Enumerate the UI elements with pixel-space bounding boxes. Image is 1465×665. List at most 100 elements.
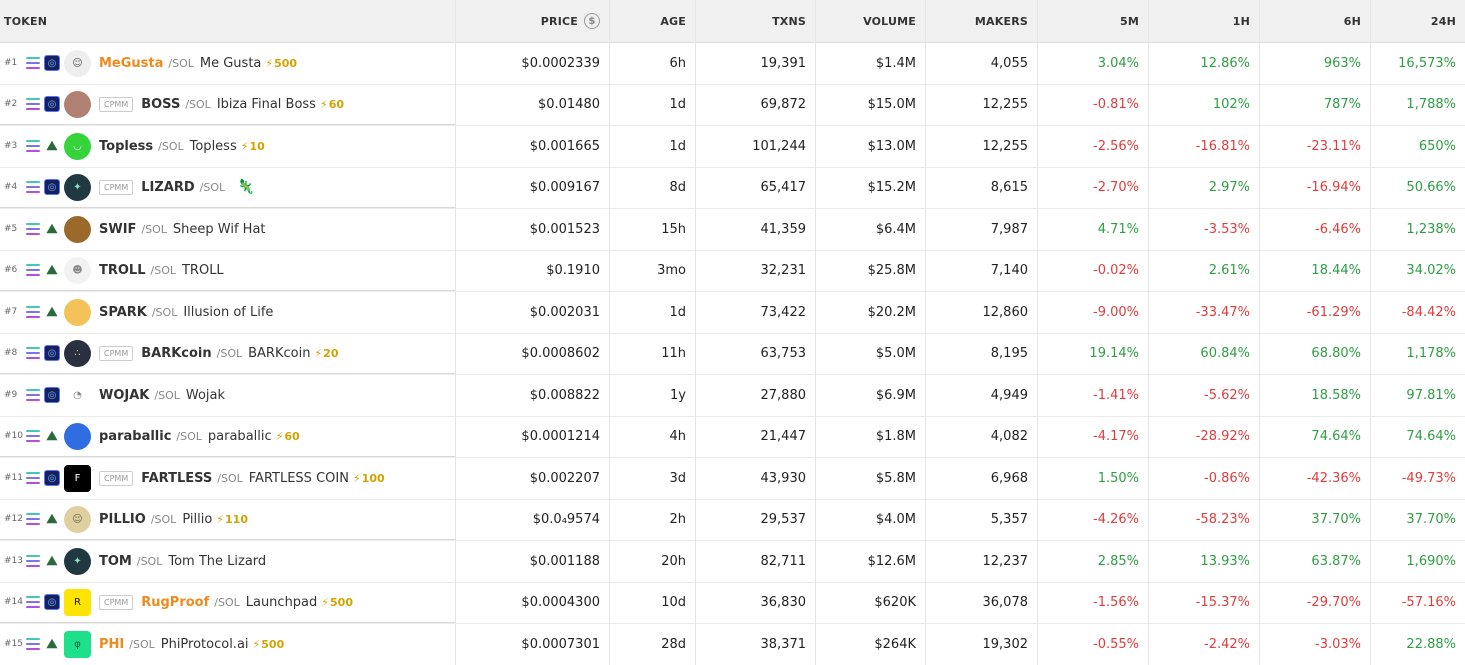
table-row[interactable]: #14 ◎ R CPMM RugProof /SOL Launchpad 500…: [0, 582, 1465, 624]
header-6h[interactable]: 6H: [1260, 0, 1371, 42]
txns-cell: 29,537: [696, 499, 816, 540]
change-24h-cell: 650%: [1418, 138, 1456, 154]
currency-toggle-icon[interactable]: $: [584, 13, 600, 29]
token-avatar: φ: [64, 630, 91, 658]
table-row[interactable]: #9 ◎ ◔ WOJAK /SOL Wojak $0.008822 1y 27,…: [0, 375, 1465, 417]
table-row[interactable]: #8 ◎ ∴ CPMM BARKcoin /SOL BARKcoin 20 $0…: [0, 333, 1465, 375]
header-age[interactable]: AGE: [610, 0, 696, 42]
change-6h-cell: -61.29%: [1260, 292, 1371, 333]
header-token[interactable]: TOKEN: [0, 0, 456, 42]
change-24h-cell: 97.81%: [1406, 387, 1456, 403]
table-row[interactable]: #13 ⛰ ✦ TOM /SOL Tom The Lizard $0.00118…: [0, 541, 1465, 583]
change-1h-cell: -28.92%: [1149, 416, 1260, 457]
token-cell[interactable]: #2 ◎ CPMM BOSS /SOL Ibiza Final Boss 60: [0, 84, 456, 125]
price-cell: $0.001523: [456, 209, 610, 250]
table-row[interactable]: #3 ⛰ ◡ Topless /SOL Topless 10 $0.001665…: [0, 126, 1465, 168]
token-symbol: PILLIO: [99, 511, 146, 527]
token-symbol: BARKcoin: [141, 345, 212, 361]
header-txns[interactable]: TXNS: [696, 0, 816, 42]
token-symbol: FARTLESS: [141, 470, 213, 486]
change-24h-cell: 16,573%: [1398, 55, 1456, 71]
txns-cell: 69,872: [696, 84, 816, 125]
solana-chain-icon: [26, 555, 40, 568]
age-cell: 4h: [610, 416, 696, 457]
table-row[interactable]: #7 ⛰ SPARK /SOL Illusion of Life $0.0020…: [0, 292, 1465, 334]
token-name: FARTLESS COIN: [248, 470, 349, 486]
change-1h-cell: 60.84%: [1149, 333, 1260, 374]
change-24h-cell: 1,788%: [1406, 97, 1456, 113]
rank: #12: [4, 514, 23, 525]
quote-token: /SOL: [136, 554, 163, 568]
token-avatar: ◔: [64, 381, 91, 409]
token-avatar: R: [64, 588, 91, 616]
token-avatar: F: [64, 464, 91, 492]
table-row[interactable]: #10 ⛰ paraballic /SOL paraballic 60 $0.0…: [0, 416, 1465, 458]
token-cell[interactable]: #3 ⛰ ◡ Topless /SOL Topless 10: [0, 126, 456, 167]
age-cell: 10d: [610, 582, 696, 623]
solana-chain-icon: [26, 57, 40, 70]
token-cell[interactable]: #14 ◎ R CPMM RugProof /SOL Launchpad 500: [0, 582, 456, 623]
volume-cell: $15.2M: [816, 167, 926, 208]
header-volume[interactable]: VOLUME: [816, 0, 926, 42]
header-makers[interactable]: MAKERS: [926, 0, 1038, 42]
token-cell[interactable]: #7 ⛰ SPARK /SOL Illusion of Life: [0, 292, 456, 333]
token-cell[interactable]: #6 ⛰ ☻ TROLL /SOL TROLL: [0, 250, 456, 291]
table-row[interactable]: #2 ◎ CPMM BOSS /SOL Ibiza Final Boss 60 …: [0, 84, 1465, 126]
change-6h-cell: -6.46%: [1260, 209, 1371, 250]
token-cell[interactable]: #11 ◎ F CPMM FARTLESS /SOL FARTLESS COIN…: [0, 458, 456, 499]
table-row[interactable]: #6 ⛰ ☻ TROLL /SOL TROLL $0.1910 3mo 32,2…: [0, 250, 1465, 292]
rank: #14: [4, 597, 23, 608]
table-row[interactable]: #5 ⛰ SWIF /SOL Sheep Wif Hat $0.001523 1…: [0, 209, 1465, 251]
quote-token: /SOL: [158, 139, 184, 153]
token-cell[interactable]: #5 ⛰ SWIF /SOL Sheep Wif Hat: [0, 209, 456, 250]
makers-cell: 19,302: [926, 624, 1038, 665]
header-price[interactable]: PRICE $: [456, 0, 610, 42]
txns-cell: 73,422: [696, 292, 816, 333]
header-1h[interactable]: 1H: [1149, 0, 1260, 42]
rank: #5: [4, 224, 18, 235]
header-5m[interactable]: 5M: [1038, 0, 1149, 42]
change-24h-cell: 74.64%: [1406, 429, 1456, 445]
token-symbol: SWIF: [99, 221, 137, 237]
token-cell[interactable]: #13 ⛰ ✦ TOM /SOL Tom The Lizard: [0, 541, 456, 582]
token-symbol: RugProof: [141, 594, 210, 610]
txns-cell: 41,359: [696, 209, 816, 250]
header-24h[interactable]: 24H: [1371, 0, 1465, 42]
token-cell[interactable]: #12 ⛰ ☺ PILLIO /SOL Pillio 110: [0, 499, 456, 540]
age-cell: 3mo: [610, 250, 696, 291]
quote-token: /SOL: [150, 512, 177, 526]
token-cell[interactable]: #15 ⛰ φ PHI /SOL PhiProtocol.ai 500: [0, 624, 456, 665]
table-row[interactable]: #12 ⛰ ☺ PILLIO /SOL Pillio 110 $0.0₄9574…: [0, 499, 1465, 541]
makers-cell: 4,055: [926, 43, 1038, 84]
token-name: TROLL: [181, 262, 224, 278]
table-row[interactable]: #1 ◎ ☺ MeGusta /SOL Me Gusta 500 $0.0002…: [0, 43, 1465, 85]
token-cell[interactable]: #10 ⛰ paraballic /SOL paraballic 60: [0, 416, 456, 457]
makers-cell: 12,255: [926, 84, 1038, 125]
table-row[interactable]: #15 ⛰ φ PHI /SOL PhiProtocol.ai 500 $0.0…: [0, 624, 1465, 665]
mountain-icon: ⛰: [46, 428, 58, 444]
quote-token: /SOL: [185, 97, 211, 111]
makers-cell: 12,255: [926, 126, 1038, 167]
price-cell: $0.008822: [456, 375, 610, 416]
txns-cell: 38,371: [696, 624, 816, 665]
change-6h-cell: 63.87%: [1260, 541, 1371, 582]
token-cell[interactable]: #4 ◎ ✦ CPMM LIZARD /SOL 🦎: [0, 167, 456, 208]
change-5m-cell: -4.17%: [1038, 416, 1149, 457]
table-row[interactable]: #11 ◎ F CPMM FARTLESS /SOL FARTLESS COIN…: [0, 458, 1465, 500]
change-1h-cell: -58.23%: [1149, 499, 1260, 540]
token-cell[interactable]: #8 ◎ ∴ CPMM BARKcoin /SOL BARKcoin 20: [0, 333, 456, 374]
table-row[interactable]: #4 ◎ ✦ CPMM LIZARD /SOL 🦎 $0.009167 8d 6…: [0, 167, 1465, 209]
change-24h-cell: 1,690%: [1406, 553, 1456, 569]
change-6h-cell: -29.70%: [1260, 582, 1371, 623]
token-cell[interactable]: #1 ◎ ☺ MeGusta /SOL Me Gusta 500: [0, 43, 456, 84]
change-1h-cell: 2.97%: [1149, 167, 1260, 208]
change-24h-cell: -57.16%: [1401, 595, 1456, 611]
rank: #6: [4, 265, 18, 276]
lizard-emoji-icon: 🦎: [237, 179, 255, 196]
change-6h-cell: 18.44%: [1260, 250, 1371, 291]
price-cell: $0.1910: [456, 250, 610, 291]
change-1h-cell: -5.62%: [1149, 375, 1260, 416]
age-cell: 11h: [610, 333, 696, 374]
token-name: Illusion of Life: [183, 304, 274, 320]
token-cell[interactable]: #9 ◎ ◔ WOJAK /SOL Wojak: [0, 375, 456, 416]
